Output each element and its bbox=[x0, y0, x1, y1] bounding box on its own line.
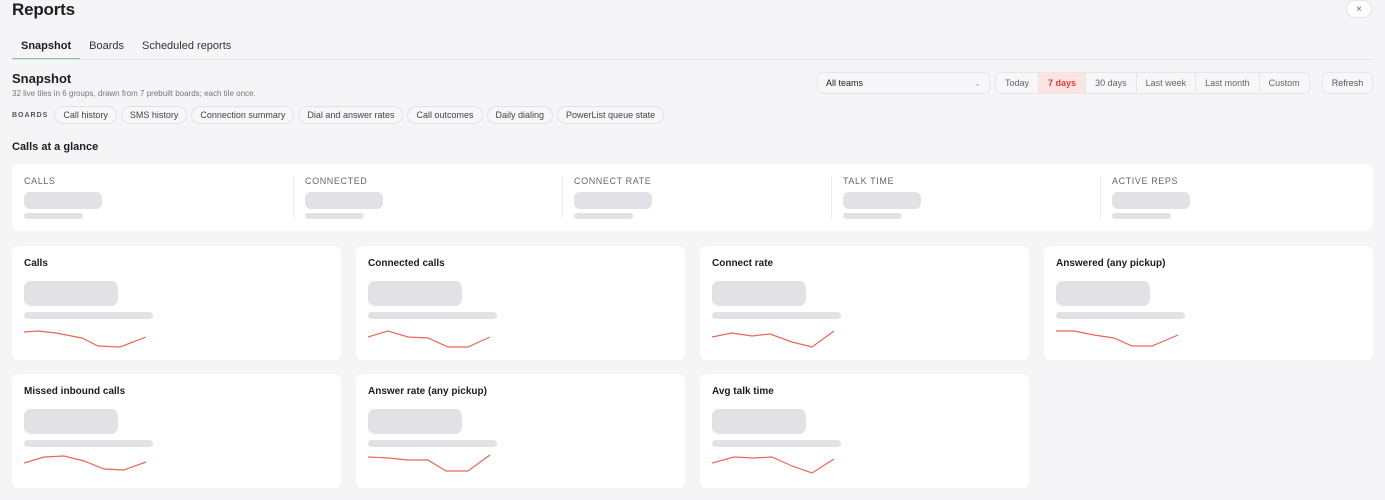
tab-scheduled-reports[interactable]: Scheduled reports bbox=[133, 40, 240, 60]
tile-title: Answered (any pickup) bbox=[1056, 258, 1166, 269]
sparkline bbox=[368, 454, 491, 472]
kpi-connected: CONNECTED bbox=[293, 164, 562, 231]
loading-skeleton bbox=[24, 440, 153, 447]
loading-skeleton bbox=[843, 213, 902, 219]
tile-title: Avg talk time bbox=[712, 386, 774, 397]
range-custom[interactable]: Custom bbox=[1260, 73, 1309, 93]
section-subtitle: 32 live tiles in 6 groups, drawn from 7 … bbox=[12, 89, 256, 98]
range-today[interactable]: Today bbox=[996, 73, 1040, 93]
kpi-label: TALK TIME bbox=[843, 176, 895, 186]
loading-skeleton bbox=[574, 213, 633, 219]
loading-skeleton bbox=[843, 192, 921, 209]
range-last-month[interactable]: Last month bbox=[1196, 73, 1260, 93]
kpi-divider bbox=[562, 176, 563, 218]
kpi-active-reps: ACTIVE REPS bbox=[1100, 164, 1369, 231]
kpi-calls: CALLS bbox=[12, 164, 281, 231]
board-chip[interactable]: PowerList queue state bbox=[557, 106, 665, 124]
loading-skeleton bbox=[305, 192, 383, 209]
loading-skeleton bbox=[712, 312, 841, 319]
board-chip[interactable]: Connection summary bbox=[191, 106, 295, 124]
tile-calls[interactable]: Calls bbox=[12, 246, 341, 360]
loading-skeleton bbox=[712, 281, 806, 306]
kpi-label: ACTIVE REPS bbox=[1112, 176, 1179, 186]
loading-skeleton bbox=[1056, 281, 1150, 306]
group-title: Calls at a glance bbox=[12, 141, 99, 153]
loading-skeleton bbox=[712, 440, 841, 447]
kpi-connect-rate: CONNECT RATE bbox=[562, 164, 831, 231]
loading-skeleton bbox=[24, 312, 153, 319]
loading-skeleton bbox=[1112, 192, 1190, 209]
loading-skeleton bbox=[24, 192, 102, 209]
tile-title: Missed inbound calls bbox=[24, 386, 126, 397]
tile-title: Calls bbox=[24, 258, 48, 269]
loading-skeleton bbox=[24, 213, 83, 219]
kpi-divider bbox=[831, 176, 832, 218]
sparkline bbox=[712, 330, 835, 348]
tile-missed-inbound-calls[interactable]: Missed inbound calls bbox=[12, 374, 341, 488]
date-range-segmented: Today 7 days 30 days Last week Last mont… bbox=[995, 72, 1310, 94]
kpi-label: CONNECT RATE bbox=[574, 176, 652, 186]
boards-row: BOARDS Call history SMS history Connecti… bbox=[12, 106, 668, 124]
tile-connect-rate[interactable]: Connect rate bbox=[700, 246, 1029, 360]
tile-avg-talk-time[interactable]: Avg talk time bbox=[700, 374, 1029, 488]
loading-skeleton bbox=[1112, 213, 1171, 219]
refresh-button[interactable]: Refresh bbox=[1322, 72, 1373, 94]
sparkline bbox=[1056, 330, 1179, 347]
section-title: Snapshot bbox=[12, 71, 72, 86]
tile-title: Connected calls bbox=[368, 258, 445, 269]
tile-title: Answer rate (any pickup) bbox=[368, 386, 487, 397]
sparkline bbox=[712, 456, 835, 474]
page-title: Reports bbox=[12, 0, 75, 19]
tab-divider bbox=[12, 59, 1373, 60]
boards-label: BOARDS bbox=[12, 111, 49, 119]
loading-skeleton bbox=[305, 213, 364, 219]
loading-skeleton bbox=[712, 409, 806, 434]
sparkline bbox=[24, 330, 147, 348]
tab-bar: Snapshot Boards Scheduled reports bbox=[12, 40, 240, 60]
kpi-strip: CALLS CONNECTED CONNECT RATE TALK TIME A… bbox=[12, 164, 1373, 231]
range-7-days[interactable]: 7 days bbox=[1039, 73, 1087, 93]
kpi-label: CALLS bbox=[24, 176, 56, 186]
kpi-divider bbox=[1100, 176, 1101, 218]
board-chip[interactable]: Call history bbox=[54, 106, 117, 124]
sparkline bbox=[368, 330, 491, 348]
loading-skeleton bbox=[1056, 312, 1185, 319]
loading-skeleton bbox=[24, 409, 118, 434]
loading-skeleton bbox=[368, 281, 462, 306]
board-chip[interactable]: Call outcomes bbox=[407, 106, 483, 124]
team-select-value: All teams bbox=[826, 78, 864, 88]
sparkline bbox=[24, 455, 147, 471]
tab-boards[interactable]: Boards bbox=[80, 40, 133, 60]
tab-snapshot[interactable]: Snapshot bbox=[12, 40, 81, 60]
loading-skeleton bbox=[368, 312, 497, 319]
loading-skeleton bbox=[368, 409, 462, 434]
board-chip[interactable]: SMS history bbox=[120, 106, 188, 124]
tile-answered-any-pickup[interactable]: Answered (any pickup) bbox=[1044, 246, 1373, 360]
tile-title: Connect rate bbox=[712, 258, 774, 269]
close-icon: × bbox=[1356, 3, 1362, 15]
kpi-label: CONNECTED bbox=[305, 176, 368, 186]
close-button[interactable]: × bbox=[1346, 0, 1372, 18]
kpi-divider bbox=[293, 176, 294, 218]
tile-connected-calls[interactable]: Connected calls bbox=[356, 246, 685, 360]
chevron-down-icon: ⌄ bbox=[974, 78, 981, 88]
range-last-week[interactable]: Last week bbox=[1137, 73, 1197, 93]
kpi-talk-time: TALK TIME bbox=[831, 164, 1100, 231]
loading-skeleton bbox=[24, 281, 118, 306]
team-select[interactable]: All teams ⌄ bbox=[817, 72, 990, 94]
loading-skeleton bbox=[368, 440, 497, 447]
range-30-days[interactable]: 30 days bbox=[1086, 73, 1137, 93]
board-chip[interactable]: Daily dialing bbox=[486, 106, 554, 124]
loading-skeleton bbox=[574, 192, 652, 209]
tile-answer-rate-any-pickup[interactable]: Answer rate (any pickup) bbox=[356, 374, 685, 488]
board-chip[interactable]: Dial and answer rates bbox=[298, 106, 404, 124]
